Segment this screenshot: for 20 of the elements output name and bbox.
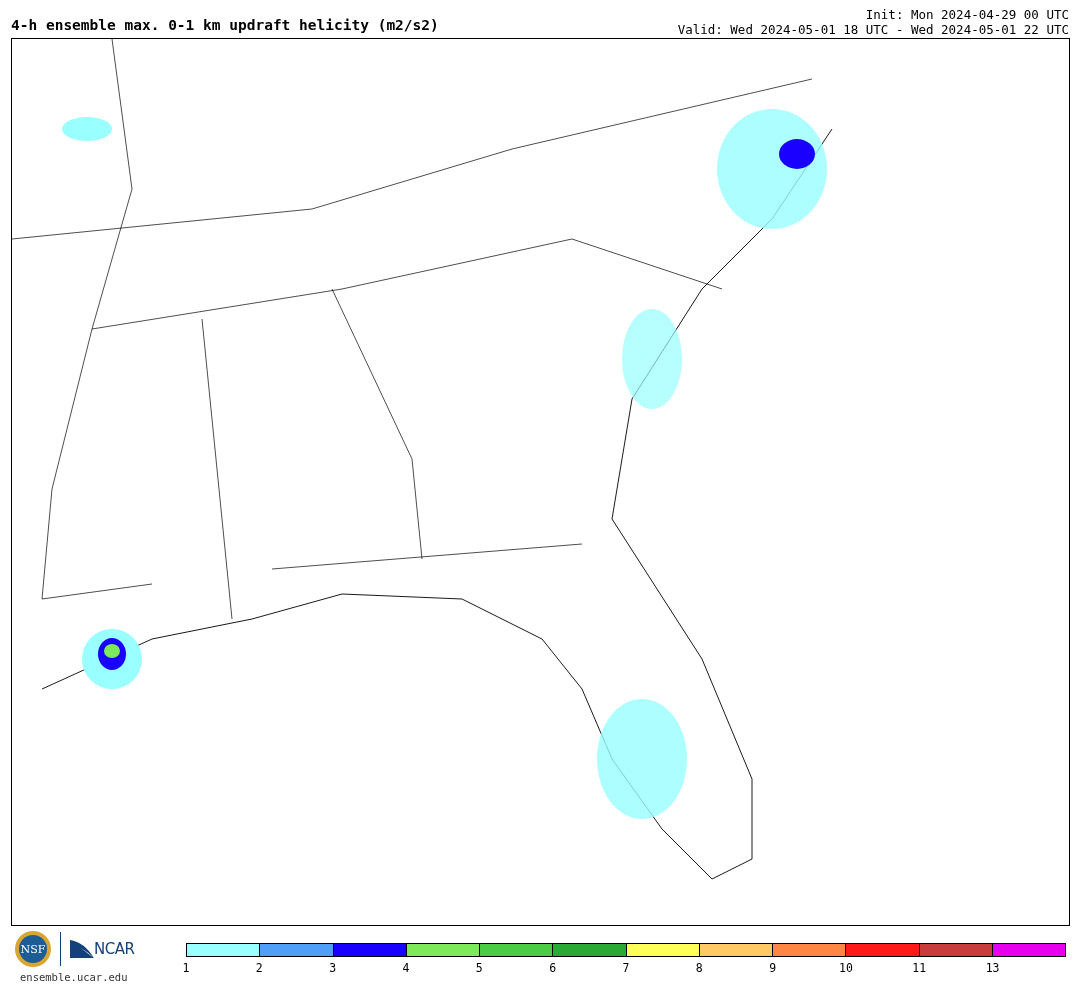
nsf-logo: NSF — [14, 930, 52, 968]
site-address: ensemble.ucar.edu — [20, 970, 129, 985]
scale-tick-label: 8 — [695, 960, 703, 977]
scale-tick-label: 13 — [985, 960, 1000, 977]
map-title: 4-h ensemble max. 0-1 km updraft helicity (m2/s2) — [11, 17, 439, 32]
logo-divider — [60, 932, 62, 966]
ncar-mark-icon — [70, 940, 94, 958]
scale-tick-label: 7 — [622, 960, 630, 977]
scale-tick-label: 11 — [912, 960, 927, 977]
scale-tick-label: 3 — [329, 960, 337, 977]
scale-tick-label: 6 — [549, 960, 557, 977]
scale-tick-label: 10 — [839, 960, 853, 977]
ncar-logo-text: NCAR — [94, 938, 135, 960]
valid-time: Valid: Wed 2024-05-01 18 UTC - Wed 2024-05-01 22 UTC — [677, 22, 1069, 37]
scale-tick-label: 4 — [402, 960, 410, 977]
scale-tick-label: 2 — [255, 960, 263, 977]
scale-tick-label: 9 — [769, 960, 777, 977]
scale-tick-label: 5 — [475, 960, 483, 977]
init-time: Init: Mon 2024-04-29 00 UTC — [864, 7, 1069, 22]
scale-tick-label: 1 — [182, 960, 190, 977]
